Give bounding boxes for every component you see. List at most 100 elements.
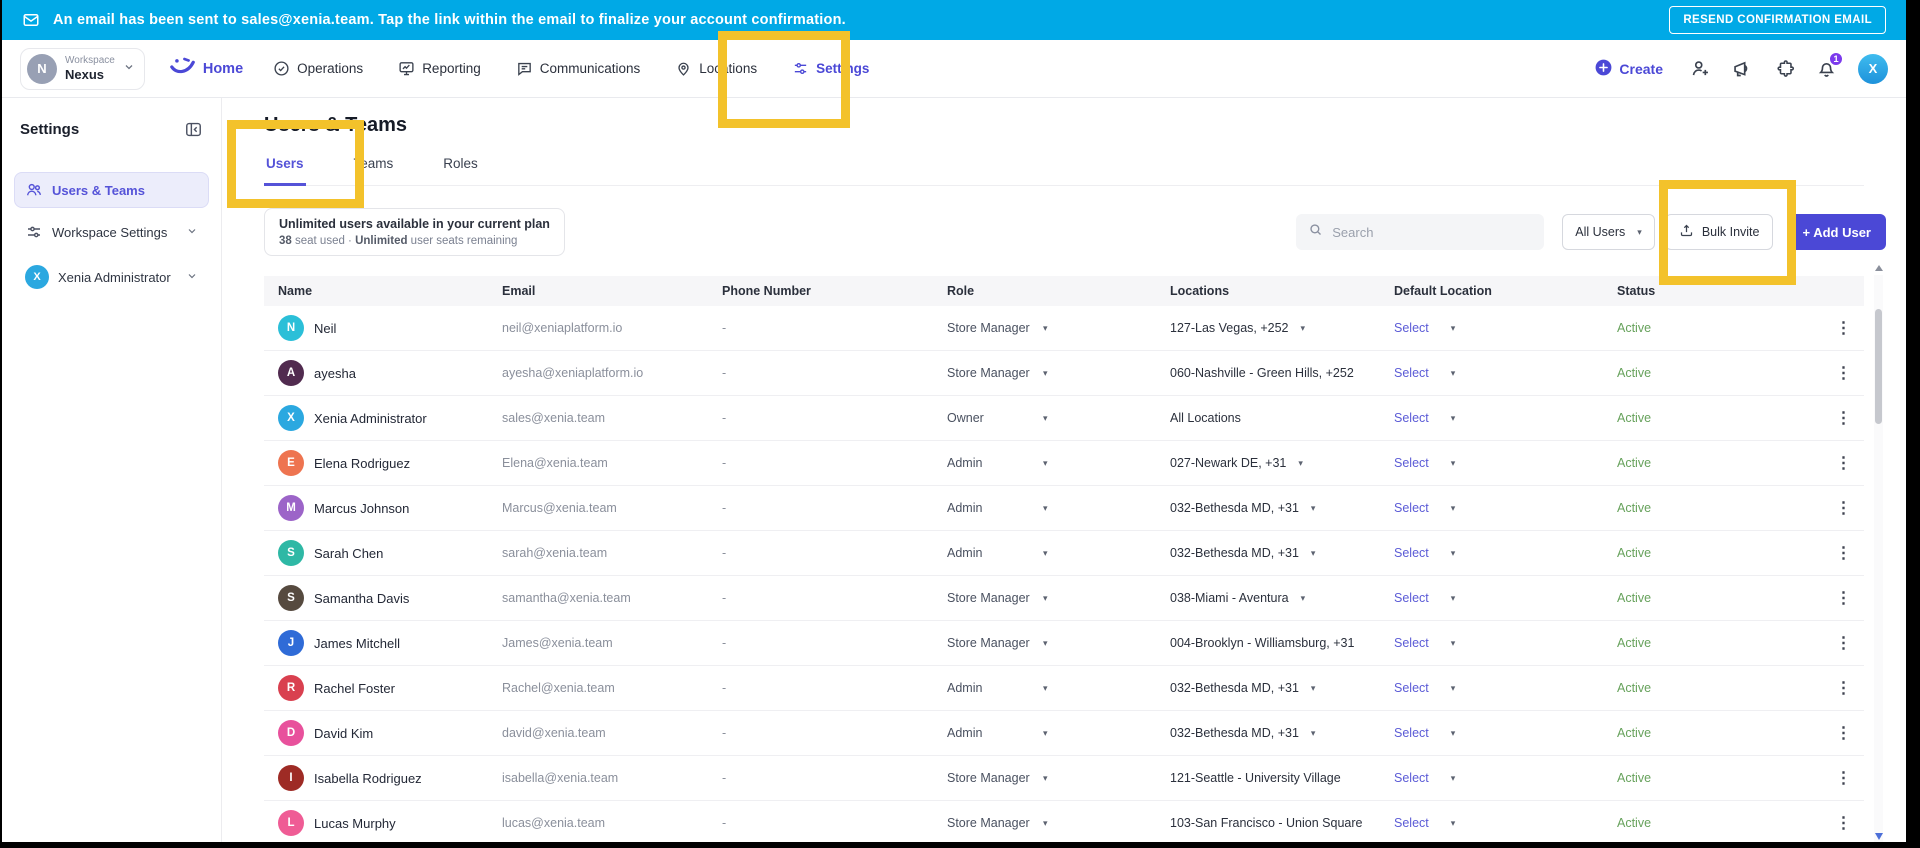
search-box[interactable] <box>1296 214 1545 250</box>
create-button[interactable]: Create <box>1594 58 1663 80</box>
row-menu-button[interactable]: ⋮ <box>1824 543 1864 563</box>
role-dropdown[interactable]: Admin ▾ <box>919 456 1142 470</box>
locations-dropdown[interactable]: 004-Brooklyn - Williamsburg, +31 <box>1142 636 1366 650</box>
row-menu-button[interactable]: ⋮ <box>1824 723 1864 743</box>
plan-line2-suffix: user seats remaining <box>407 235 518 247</box>
select-link: Select <box>1394 591 1429 605</box>
role-dropdown[interactable]: Store Manager ▾ <box>919 591 1142 605</box>
user-filter-dropdown[interactable]: All Users ▾ <box>1562 214 1655 250</box>
user-name-cell: I Isabella Rodriguez <box>264 765 474 791</box>
nav-item-operations[interactable]: Operations <box>273 60 363 77</box>
app-window: An email has been sent to sales@xenia.te… <box>2 0 1906 842</box>
vertical-scrollbar[interactable] <box>1874 275 1883 842</box>
row-menu-button[interactable]: ⋮ <box>1824 318 1864 338</box>
locations-dropdown[interactable]: 127-Las Vegas, +252 ▾ <box>1142 321 1366 335</box>
default-location-select[interactable]: Select ▾ <box>1366 771 1589 785</box>
scrollbar-thumb[interactable] <box>1875 309 1882 424</box>
collapse-sidebar-icon[interactable] <box>184 120 203 139</box>
tab-teams[interactable]: Teams <box>352 152 396 185</box>
role-dropdown[interactable]: Store Manager ▾ <box>919 771 1142 785</box>
row-menu-button[interactable]: ⋮ <box>1824 363 1864 383</box>
locations-dropdown[interactable]: 060-Nashville - Green Hills, +252 <box>1142 366 1366 380</box>
row-menu-button[interactable]: ⋮ <box>1824 633 1864 653</box>
invite-user-icon[interactable] <box>1690 58 1711 79</box>
nav-item-locations[interactable]: Locations <box>675 60 757 77</box>
default-location-select[interactable]: Select ▾ <box>1366 411 1589 425</box>
role-dropdown[interactable]: Store Manager ▾ <box>919 816 1142 830</box>
bulk-invite-button[interactable]: Bulk Invite <box>1664 214 1774 250</box>
locations-dropdown[interactable]: 032-Bethesda MD, +31 ▾ <box>1142 501 1366 515</box>
resend-confirmation-email-button[interactable]: RESEND CONFIRMATION EMAIL <box>1669 6 1886 34</box>
nav-item-label: Settings <box>816 61 870 76</box>
chevron-down-icon: ▾ <box>1043 412 1048 423</box>
row-menu-button[interactable]: ⋮ <box>1824 453 1864 473</box>
role-dropdown[interactable]: Admin ▾ <box>919 681 1142 695</box>
workspace-switcher[interactable]: N Workspace Nexus <box>20 47 145 90</box>
primary-nav: Operations Reporting Communications Locatio… <box>273 60 869 77</box>
user-avatar: L <box>278 810 304 836</box>
tab-roles[interactable]: Roles <box>441 152 480 185</box>
role-dropdown[interactable]: Store Manager ▾ <box>919 636 1142 650</box>
default-location-select[interactable]: Select ▾ <box>1366 681 1589 695</box>
default-location-select[interactable]: Select ▾ <box>1366 816 1589 830</box>
user-phone: - <box>722 726 727 740</box>
default-location-select[interactable]: Select ▾ <box>1366 456 1589 470</box>
user-avatar: X <box>25 265 49 289</box>
row-menu-button[interactable]: ⋮ <box>1824 678 1864 698</box>
workspace-avatar: N <box>27 53 57 84</box>
column-header-status: Status <box>1589 284 1824 298</box>
locations-dropdown[interactable]: 032-Bethesda MD, +31 ▾ <box>1142 546 1366 560</box>
profile-avatar[interactable]: X <box>1858 53 1888 84</box>
integrations-puzzle-icon[interactable] <box>1774 58 1795 79</box>
role-dropdown[interactable]: Admin ▾ <box>919 501 1142 515</box>
table-row: R Rachel Foster Rachel@xenia.team - Admin ▾ 03… <box>264 666 1864 711</box>
locations-dropdown[interactable]: 038-Miami - Aventura ▾ <box>1142 591 1366 605</box>
chevron-down-icon: ▾ <box>1450 592 1456 603</box>
select-link: Select <box>1394 321 1429 335</box>
nav-item-communications[interactable]: Communications <box>516 60 640 77</box>
sidebar-item-workspace-settings[interactable]: Workspace Settings <box>14 214 209 250</box>
locations-dropdown[interactable]: 121-Seattle - University Village <box>1142 771 1366 785</box>
nav-item-reporting[interactable]: Reporting <box>398 60 481 77</box>
role-dropdown[interactable]: Store Manager ▾ <box>919 366 1142 380</box>
add-user-button[interactable]: + Add User <box>1787 214 1886 250</box>
locations-dropdown[interactable]: 027-Newark DE, +31 ▾ <box>1142 456 1366 470</box>
row-menu-button[interactable]: ⋮ <box>1824 813 1864 833</box>
locations-value: 032-Bethesda MD, +31 <box>1170 681 1299 695</box>
default-location-select[interactable]: Select ▾ <box>1366 501 1589 515</box>
megaphone-icon[interactable] <box>1732 58 1753 79</box>
locations-dropdown[interactable]: 032-Bethesda MD, +31 ▾ <box>1142 726 1366 740</box>
home-nav-item[interactable]: Home <box>169 54 243 83</box>
row-menu-button[interactable]: ⋮ <box>1824 768 1864 788</box>
default-location-select[interactable]: Select ▾ <box>1366 726 1589 740</box>
user-phone: - <box>722 636 727 650</box>
sidebar-item-users-teams[interactable]: Users & Teams <box>14 172 209 208</box>
default-location-select[interactable]: Select ▾ <box>1366 636 1589 650</box>
sidebar-item-xenia-administrator[interactable]: X Xenia Administrator <box>14 256 209 298</box>
row-menu-button[interactable]: ⋮ <box>1824 498 1864 518</box>
default-location-select[interactable]: Select ▾ <box>1366 591 1589 605</box>
user-name-cell: L Lucas Murphy <box>264 810 474 836</box>
role-dropdown[interactable]: Admin ▾ <box>919 726 1142 740</box>
chevron-down-icon: ▾ <box>1450 682 1456 693</box>
controls-row: Unlimited users available in your curren… <box>264 208 1886 256</box>
tab-users[interactable]: Users <box>264 152 306 186</box>
role-dropdown[interactable]: Store Manager ▾ <box>919 321 1142 335</box>
locations-dropdown[interactable]: 103-San Francisco - Union Square <box>1142 816 1366 830</box>
locations-dropdown[interactable]: 032-Bethesda MD, +31 ▾ <box>1142 681 1366 695</box>
locations-value: 121-Seattle - University Village <box>1170 771 1341 785</box>
scroll-up-arrow[interactable] <box>1875 265 1883 271</box>
scroll-down-arrow[interactable] <box>1875 833 1883 840</box>
nav-item-settings[interactable]: Settings <box>792 60 869 77</box>
role-dropdown[interactable]: Admin ▾ <box>919 546 1142 560</box>
locations-dropdown[interactable]: All Locations <box>1142 411 1366 425</box>
row-menu-button[interactable]: ⋮ <box>1824 588 1864 608</box>
table-row: D David Kim david@xenia.team - Admin ▾ 032-Bet… <box>264 711 1864 756</box>
default-location-select[interactable]: Select ▾ <box>1366 366 1589 380</box>
default-location-select[interactable]: Select ▾ <box>1366 321 1589 335</box>
search-input[interactable] <box>1332 224 1533 240</box>
default-location-select[interactable]: Select ▾ <box>1366 546 1589 560</box>
row-menu-button[interactable]: ⋮ <box>1824 408 1864 428</box>
role-dropdown[interactable]: Owner ▾ <box>919 411 1142 425</box>
notifications-bell-icon[interactable]: 1 <box>1816 51 1844 79</box>
